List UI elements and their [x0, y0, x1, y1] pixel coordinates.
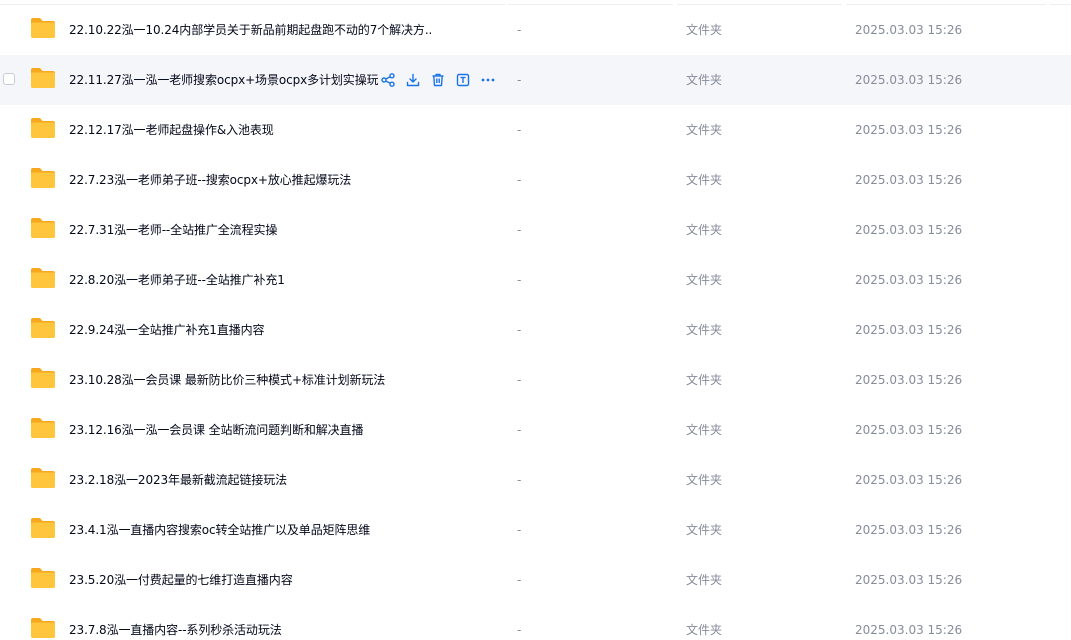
folder-icon	[30, 367, 56, 389]
folder-icon	[30, 117, 56, 139]
folder-icon	[30, 217, 56, 239]
file-name[interactable]: 22.7.31泓一老师--全站推广全流程实操	[69, 205, 277, 255]
file-name[interactable]: 22.8.20泓一老师弟子班--全站推广补充1	[69, 255, 285, 305]
file-row[interactable]: 22.8.20泓一老师弟子班--全站推广补充1 - 文件夹 2025.03.03 15…	[0, 255, 1071, 305]
file-row[interactable]: 23.12.16泓一泓一会员课 全站断流问题判断和解决直播 - 文件夹 2025.03…	[0, 405, 1071, 455]
file-row[interactable]: 22.10.22泓一10.24内部学员关于新品前期起盘跑不动的7个解决方... -…	[0, 5, 1071, 55]
file-type: 文件夹	[686, 373, 723, 387]
file-size: -	[517, 623, 522, 637]
file-size: -	[517, 573, 522, 587]
folder-icon	[30, 467, 56, 489]
more-icon[interactable]	[480, 72, 496, 88]
file-row[interactable]: 23.4.1泓一直播内容搜索oc转全站推广以及单品矩阵思维 - 文件夹 2025.03…	[0, 505, 1071, 555]
file-size: -	[517, 123, 522, 137]
file-name[interactable]: 23.12.16泓一泓一会员课 全站断流问题判断和解决直播	[69, 405, 363, 455]
file-size: -	[517, 423, 522, 437]
file-size: -	[517, 73, 522, 87]
file-size: -	[517, 273, 522, 287]
file-row[interactable]: 23.7.8泓一直播内容--系列秒杀活动玩法 - 文件夹 2025.03.03 15:…	[0, 605, 1071, 640]
file-type: 文件夹	[686, 73, 723, 87]
file-name[interactable]: 23.10.28泓一会员课 最新防比价三种模式+标准计划新玩法	[69, 355, 385, 405]
modified-time: 2025.03.03 15:26	[855, 223, 963, 237]
folder-icon	[30, 567, 56, 589]
file-type: 文件夹	[686, 123, 723, 137]
modified-time: 2025.03.03 15:26	[855, 623, 963, 637]
file-size: -	[517, 373, 522, 387]
file-row[interactable]: 22.7.23泓一老师弟子班--搜索ocpx+放心推起爆玩法 - 文件夹 2025.0…	[0, 155, 1071, 205]
folder-icon	[30, 17, 56, 39]
file-type: 文件夹	[686, 223, 723, 237]
file-row[interactable]: 22.7.31泓一老师--全站推广全流程实操 - 文件夹 2025.03.03 15:…	[0, 205, 1071, 255]
file-type: 文件夹	[686, 173, 723, 187]
file-type: 文件夹	[686, 423, 723, 437]
folder-icon	[30, 67, 56, 89]
modified-time: 2025.03.03 15:26	[855, 273, 963, 287]
file-row[interactable]: 23.10.28泓一会员课 最新防比价三种模式+标准计划新玩法 - 文件夹 2025.…	[0, 355, 1071, 405]
modified-time: 2025.03.03 15:26	[855, 423, 963, 437]
file-name[interactable]: 22.12.17泓一老师起盘操作&入池表现	[69, 105, 274, 155]
share-icon[interactable]	[380, 72, 396, 88]
file-name[interactable]: 22.11.27泓一泓一老师搜索ocpx+场景ocpx多计划实操玩法	[69, 55, 378, 105]
row-actions	[380, 70, 505, 90]
file-name[interactable]: 22.9.24泓一全站推广补充1直播内容	[69, 305, 264, 355]
file-size: -	[517, 173, 522, 187]
rename-icon[interactable]	[455, 72, 471, 88]
file-type: 文件夹	[686, 473, 723, 487]
file-row[interactable]: 23.5.20泓一付费起量的七维打造直播内容 - 文件夹 2025.03.03 15:…	[0, 555, 1071, 605]
modified-time: 2025.03.03 15:26	[855, 123, 963, 137]
file-type: 文件夹	[686, 23, 723, 37]
file-name[interactable]: 23.2.18泓一2023年最新截流起链接玩法	[69, 455, 287, 505]
modified-time: 2025.03.03 15:26	[855, 23, 963, 37]
file-row[interactable]: 22.9.24泓一全站推广补充1直播内容 - 文件夹 2025.03.03 15:26	[0, 305, 1071, 355]
file-name[interactable]: 23.4.1泓一直播内容搜索oc转全站推广以及单品矩阵思维	[69, 505, 370, 555]
file-size: -	[517, 23, 522, 37]
file-type: 文件夹	[686, 323, 723, 337]
file-row[interactable]: 23.2.18泓一2023年最新截流起链接玩法 - 文件夹 2025.03.03 15…	[0, 455, 1071, 505]
modified-time: 2025.03.03 15:26	[855, 373, 963, 387]
download-icon[interactable]	[405, 72, 421, 88]
row-checkbox[interactable]	[3, 73, 15, 85]
file-type: 文件夹	[686, 573, 723, 587]
file-name[interactable]: 22.7.23泓一老师弟子班--搜索ocpx+放心推起爆玩法	[69, 155, 351, 205]
modified-time: 2025.03.03 15:26	[855, 523, 963, 537]
folder-icon	[30, 167, 56, 189]
file-name[interactable]: 23.5.20泓一付费起量的七维打造直播内容	[69, 555, 293, 605]
file-size: -	[517, 523, 522, 537]
file-size: -	[517, 473, 522, 487]
delete-icon[interactable]	[430, 72, 446, 88]
folder-icon	[30, 517, 56, 539]
file-size: -	[517, 223, 522, 237]
modified-time: 2025.03.03 15:26	[855, 573, 963, 587]
modified-time: 2025.03.03 15:26	[855, 173, 963, 187]
folder-icon	[30, 267, 56, 289]
file-list: 22.10.22泓一10.24内部学员关于新品前期起盘跑不动的7个解决方... -…	[0, 0, 1071, 640]
file-row[interactable]: 22.12.17泓一老师起盘操作&入池表现 - 文件夹 2025.03.03 15:2…	[0, 105, 1071, 155]
file-type: 文件夹	[686, 273, 723, 287]
folder-icon	[30, 617, 56, 639]
modified-time: 2025.03.03 15:26	[855, 73, 963, 87]
file-type: 文件夹	[686, 523, 723, 537]
file-type: 文件夹	[686, 623, 723, 637]
folder-icon	[30, 317, 56, 339]
file-name[interactable]: 22.10.22泓一10.24内部学员关于新品前期起盘跑不动的7个解决方...	[69, 5, 431, 55]
modified-time: 2025.03.03 15:26	[855, 473, 963, 487]
file-row[interactable]: 22.11.27泓一泓一老师搜索ocpx+场景ocpx多计划实操玩法 - 文件夹 20…	[0, 55, 1071, 105]
file-size: -	[517, 323, 522, 337]
file-name[interactable]: 23.7.8泓一直播内容--系列秒杀活动玩法	[69, 605, 282, 640]
folder-icon	[30, 417, 56, 439]
modified-time: 2025.03.03 15:26	[855, 323, 963, 337]
